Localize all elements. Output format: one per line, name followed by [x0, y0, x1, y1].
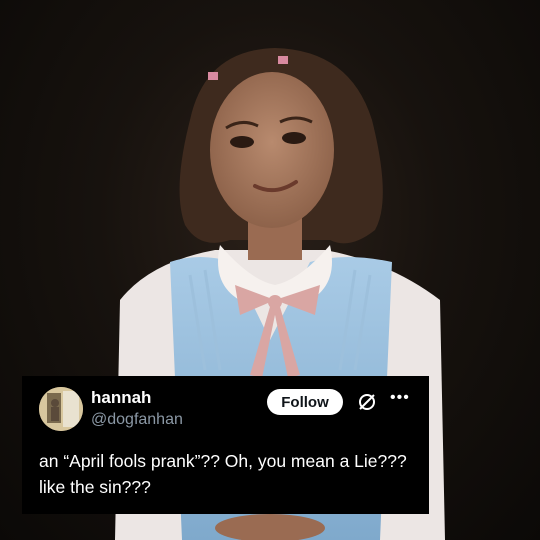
meme-image: hannah @dogfanhan Follow ••• an “April f… — [0, 0, 540, 540]
tweet-card: hannah @dogfanhan Follow ••• an “April f… — [22, 376, 429, 514]
hair-clip-right — [278, 56, 288, 64]
follow-button[interactable]: Follow — [267, 389, 343, 415]
avatar-image — [39, 387, 83, 431]
left-eye — [230, 136, 254, 148]
hair-clip-left — [208, 72, 218, 80]
display-name[interactable]: hannah — [91, 388, 151, 408]
user-handle[interactable]: @dogfanhan — [91, 411, 183, 429]
avatar[interactable] — [39, 387, 83, 431]
right-eye — [282, 132, 306, 144]
face — [210, 72, 334, 228]
more-icon[interactable]: ••• — [390, 390, 410, 406]
grok-icon[interactable] — [356, 391, 378, 413]
tweet-text: an “April fools prank”?? Oh, you mean a … — [39, 451, 407, 497]
